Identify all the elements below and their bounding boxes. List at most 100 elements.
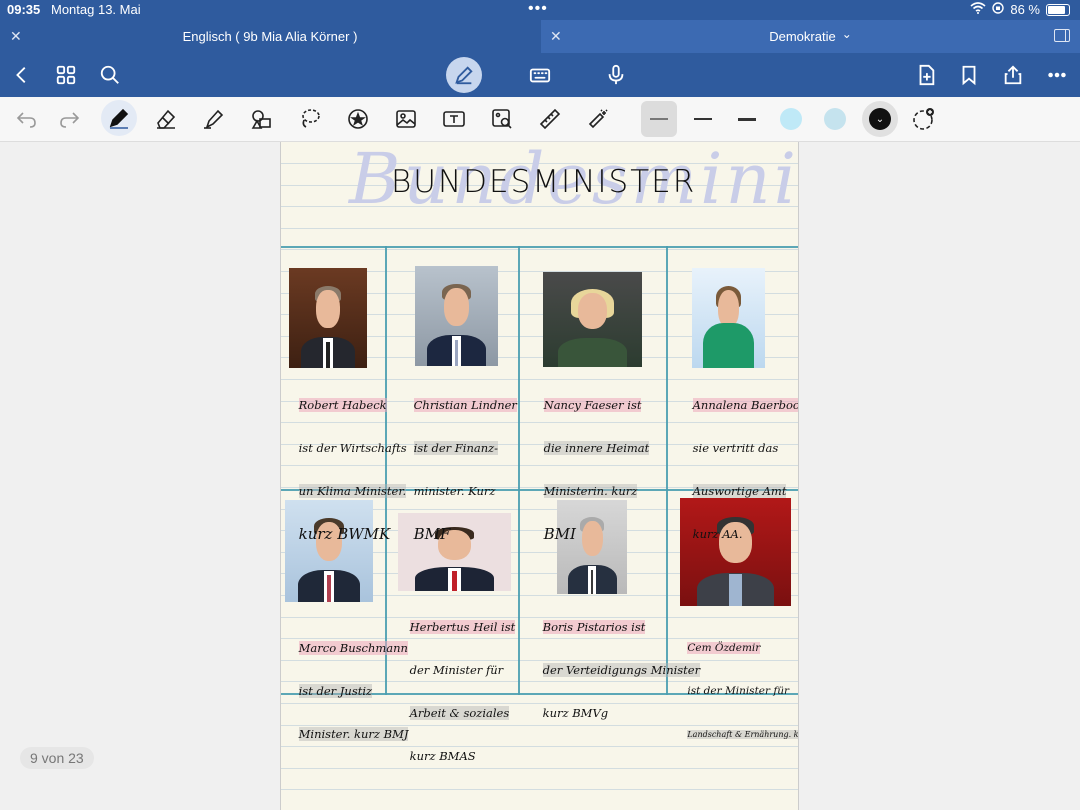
- status-date: Montag 13. Mai: [51, 2, 141, 17]
- note-line: BMI: [543, 524, 576, 543]
- tab-label: Demokratie: [769, 29, 836, 44]
- image-search-icon[interactable]: [487, 104, 517, 134]
- battery-icon: [1046, 3, 1070, 16]
- multitasking-dots-icon[interactable]: •••: [528, 0, 548, 18]
- minister-photo[interactable]: [415, 266, 498, 366]
- note-line: ist der Justiz: [298, 683, 373, 698]
- ruled-line: [281, 249, 798, 250]
- table-line: [518, 246, 520, 695]
- note-line: ist der Finanz-: [413, 440, 499, 455]
- highlighter-icon[interactable]: [198, 104, 228, 134]
- minister-note[interactable]: Robert Habeck ist der Wirtschafts un Kli…: [284, 373, 407, 568]
- chevron-down-icon[interactable]: ⌄: [842, 27, 852, 41]
- textbox-icon[interactable]: [439, 104, 469, 134]
- page-heading: BUNDESMINISTER: [391, 164, 697, 200]
- orientation-lock-icon: [992, 2, 1005, 17]
- ruled-line: [281, 768, 798, 769]
- mic-icon[interactable]: [602, 61, 630, 89]
- note-line: kurz BMAS: [409, 748, 476, 763]
- image-icon[interactable]: [391, 104, 421, 134]
- ruled-line: [281, 228, 798, 229]
- note-line: BMF: [413, 524, 451, 543]
- note-line: Ministerin. kurz: [543, 483, 638, 498]
- stroke-thick-button[interactable]: [732, 104, 762, 134]
- close-icon[interactable]: ✕: [10, 28, 22, 45]
- minister-photo[interactable]: [543, 272, 642, 367]
- note-line: Marco Buschmann: [298, 640, 408, 655]
- grid-icon[interactable]: [52, 61, 80, 89]
- table-line: [281, 246, 798, 248]
- status-time: 09:35: [7, 2, 41, 17]
- close-icon[interactable]: ✕: [550, 28, 562, 45]
- tab-bar: ✕ Englisch ( 9b Mia Alia Körner ) ✕ Demo…: [0, 20, 1080, 53]
- undo-icon[interactable]: [11, 104, 41, 134]
- notebook-page[interactable]: Bundesminister BUNDESMINISTER: [280, 142, 799, 810]
- stroke-medium-button[interactable]: [688, 104, 718, 134]
- note-line: Minister. kurz BMJ: [298, 726, 409, 741]
- color-swatch-pale-blue[interactable]: [824, 108, 846, 130]
- nav-bar: [0, 53, 1080, 97]
- stroke-medium-icon: [694, 118, 712, 120]
- note-line: Auswortige Amt: [692, 483, 787, 498]
- stroke-thin-button[interactable]: [641, 101, 677, 137]
- tool-bar: ⌄: [0, 97, 1080, 142]
- note-line: un Klima Minister.: [298, 483, 407, 498]
- lasso-icon[interactable]: [295, 104, 325, 134]
- note-line: ist der Wirtschafts: [298, 440, 407, 455]
- sticker-icon[interactable]: [343, 104, 373, 134]
- ruled-line: [281, 789, 798, 790]
- note-line: minister. Kurz: [413, 483, 496, 498]
- note-line: der Minister für: [409, 662, 504, 677]
- note-line: Nancy Faeser ist: [543, 397, 642, 412]
- add-page-icon[interactable]: [912, 61, 940, 89]
- note-line: kurz BMVg: [542, 705, 609, 720]
- note-line: Christian Lindner: [413, 397, 517, 412]
- tab-demokratie[interactable]: ✕ Demokratie ⌄: [541, 20, 1080, 53]
- color-swatch-black-selected[interactable]: ⌄: [862, 101, 898, 137]
- ruler-icon[interactable]: [535, 104, 565, 134]
- note-line: Robert Habeck: [298, 397, 387, 412]
- tab-englisch[interactable]: ✕ Englisch ( 9b Mia Alia Körner ): [0, 20, 540, 53]
- status-indicators: 86 %: [970, 2, 1070, 17]
- note-line: Landschaft & Ernährung. kurz BMEL: [687, 729, 798, 739]
- chevron-down-icon: ⌄: [869, 108, 891, 130]
- note-line: Cem Özdemir: [687, 641, 761, 654]
- add-color-icon[interactable]: [908, 104, 938, 134]
- color-swatch-light-blue[interactable]: [780, 108, 802, 130]
- battery-percent: 86 %: [1010, 2, 1040, 17]
- minister-note[interactable]: Cem Özdemir ist der Minister für Landsch…: [674, 616, 798, 767]
- wifi-icon: [970, 2, 986, 17]
- stroke-thin-icon: [650, 118, 668, 120]
- pen-icon[interactable]: [101, 100, 137, 136]
- minister-note[interactable]: Annalena Baerbock sie vertritt das Auswo…: [678, 373, 798, 567]
- bookmark-icon[interactable]: [955, 61, 983, 89]
- note-line: Boris Pistarios ist: [542, 619, 646, 634]
- split-view-icon[interactable]: [1054, 29, 1070, 42]
- eraser-icon[interactable]: [151, 104, 181, 134]
- note-line: sie vertritt das: [692, 440, 779, 455]
- page-counter: 9 von 23: [20, 747, 94, 769]
- more-icon[interactable]: [1043, 61, 1071, 89]
- minister-note[interactable]: Herbertus Heil ist der Minister für Arbe…: [395, 595, 516, 789]
- note-line: die innere Heimat: [543, 440, 650, 455]
- status-bar: 09:35 Montag 13. Mai ••• 86 %: [0, 0, 1080, 20]
- stroke-thick-icon: [738, 117, 756, 121]
- minister-photo[interactable]: [692, 268, 765, 368]
- laser-pointer-icon[interactable]: [583, 104, 613, 134]
- tab-label: Englisch ( 9b Mia Alia Körner ): [182, 29, 358, 44]
- minister-note[interactable]: Marco Buschmann ist der Justiz Minister.…: [284, 616, 409, 767]
- back-icon[interactable]: [8, 61, 36, 89]
- minister-note[interactable]: Christian Lindner ist der Finanz- minist…: [399, 373, 517, 568]
- note-line: Arbeit & soziales: [409, 705, 510, 720]
- minister-note[interactable]: Nancy Faeser ist die innere Heimat Minis…: [529, 373, 650, 568]
- keyboard-icon[interactable]: [526, 61, 554, 89]
- share-icon[interactable]: [999, 61, 1027, 89]
- note-line: ist der Minister für: [687, 684, 790, 697]
- shapes-icon[interactable]: [247, 104, 277, 134]
- note-line: kurz AA.: [692, 526, 743, 541]
- note-line: Annalena Baerbock: [692, 397, 798, 412]
- pen-mode-icon[interactable]: [446, 57, 482, 93]
- redo-icon[interactable]: [55, 104, 85, 134]
- minister-photo[interactable]: [289, 268, 367, 368]
- search-icon[interactable]: [96, 61, 124, 89]
